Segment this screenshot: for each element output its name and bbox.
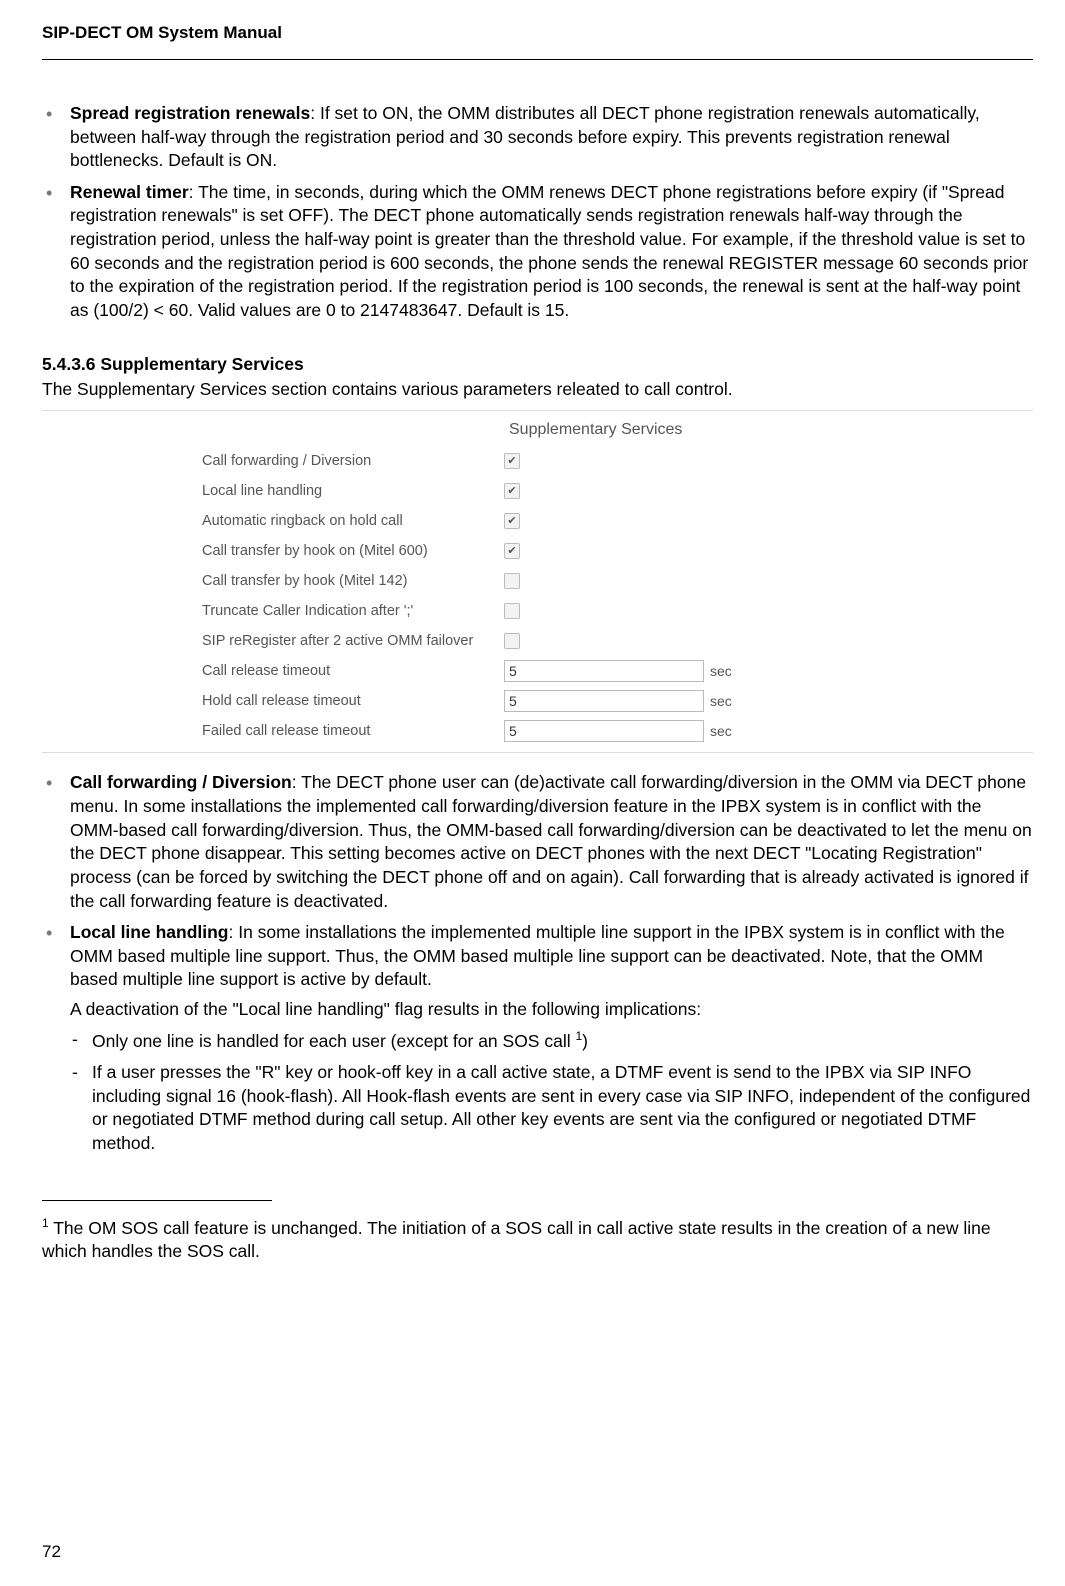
local-line-extra: A deactivation of the "Local line handli…	[70, 998, 1033, 1022]
hold-call-release-timeout-input[interactable]: 5	[504, 690, 704, 712]
document-header: SIP-DECT OM System Manual	[42, 22, 1033, 60]
dash-text-post: )	[582, 1030, 588, 1050]
row-label: Automatic ringback on hold call	[202, 512, 504, 532]
row-label: Local line handling	[202, 482, 504, 502]
divider	[42, 752, 1033, 753]
table-row: SIP reRegister after 2 active OMM failov…	[202, 626, 902, 656]
failed-call-release-timeout-input[interactable]: 5	[504, 720, 704, 742]
footnote-number: 1	[42, 1216, 49, 1230]
figure-title: Supplementary Services	[202, 419, 902, 447]
list-item: Only one line is handled for each user (…	[70, 1028, 1033, 1053]
unit-label: sec	[710, 662, 732, 681]
bullet-list-bottom: Call forwarding / Diversion: The DECT ph…	[42, 771, 1033, 1155]
document-title: SIP-DECT OM System Manual	[42, 23, 282, 42]
divider	[42, 410, 1033, 411]
truncate-caller-checkbox[interactable]: ✔	[504, 603, 520, 619]
local-line-bold: Local line handling	[70, 922, 228, 942]
renewal-timer-text: : The time, in seconds, during which the…	[70, 182, 1028, 320]
list-item: Spread registration renewals: If set to …	[42, 102, 1033, 173]
call-forwarding-checkbox[interactable]: ✔	[504, 453, 520, 469]
unit-label: sec	[710, 692, 732, 711]
row-label: Truncate Caller Indication after ';'	[202, 602, 504, 622]
row-label: Call release timeout	[202, 662, 504, 682]
call-forwarding-text: : The DECT phone user can (de)activate c…	[70, 772, 1032, 910]
table-row: Failed call release timeout 5 sec	[202, 716, 902, 746]
page-number: 72	[42, 1541, 61, 1564]
section-intro: The Supplementary Services section conta…	[42, 378, 1033, 402]
section-heading: 5.4.3.6 Supplementary Services	[42, 353, 1033, 377]
list-item: Local line handling: In some installatio…	[42, 921, 1033, 1155]
row-label: Call forwarding / Diversion	[202, 452, 504, 472]
sip-reregister-checkbox[interactable]: ✔	[504, 633, 520, 649]
table-row: Automatic ringback on hold call ✔	[202, 506, 902, 536]
renewal-timer-label: Renewal timer	[70, 182, 189, 202]
row-label: SIP reRegister after 2 active OMM failov…	[202, 632, 504, 652]
page: SIP-DECT OM System Manual Spread registr…	[0, 0, 1065, 1586]
list-item: Call forwarding / Diversion: The DECT ph…	[42, 771, 1033, 913]
table-row: Hold call release timeout 5 sec	[202, 686, 902, 716]
bullet-list-top: Spread registration renewals: If set to …	[42, 102, 1033, 323]
footnote-text: The OM SOS call feature is unchanged. Th…	[42, 1217, 991, 1261]
table-row: Truncate Caller Indication after ';' ✔	[202, 596, 902, 626]
table-row: Call transfer by hook on (Mitel 600) ✔	[202, 536, 902, 566]
list-item: Renewal timer: The time, in seconds, dur…	[42, 181, 1033, 323]
supplementary-services-figure: Supplementary Services Call forwarding /…	[202, 419, 902, 747]
footnote: 1 The OM SOS call feature is unchanged. …	[42, 1215, 1033, 1264]
list-item: If a user presses the "R" key or hook-of…	[70, 1061, 1033, 1156]
table-row: Call release timeout 5 sec	[202, 656, 902, 686]
row-label: Call transfer by hook (Mitel 142)	[202, 572, 504, 592]
table-row: Call transfer by hook (Mitel 142) ✔	[202, 566, 902, 596]
transfer-hook-on-checkbox[interactable]: ✔	[504, 543, 520, 559]
unit-label: sec	[710, 722, 732, 741]
local-line-checkbox[interactable]: ✔	[504, 483, 520, 499]
dash-text: Only one line is handled for each user (…	[92, 1030, 575, 1050]
call-forwarding-bold: Call forwarding / Diversion	[70, 772, 292, 792]
row-label: Call transfer by hook on (Mitel 600)	[202, 542, 504, 562]
row-label: Failed call release timeout	[202, 722, 504, 742]
footnote-separator	[42, 1200, 272, 1201]
transfer-hook-142-checkbox[interactable]: ✔	[504, 573, 520, 589]
table-row: Call forwarding / Diversion ✔	[202, 446, 902, 476]
dash-text: If a user presses the "R" key or hook-of…	[92, 1062, 1030, 1153]
call-release-timeout-input[interactable]: 5	[504, 660, 704, 682]
auto-ringback-checkbox[interactable]: ✔	[504, 513, 520, 529]
dash-list: Only one line is handled for each user (…	[70, 1028, 1033, 1156]
table-row: Local line handling ✔	[202, 476, 902, 506]
spread-registration-label: Spread registration renewals	[70, 103, 310, 123]
row-label: Hold call release timeout	[202, 692, 504, 712]
